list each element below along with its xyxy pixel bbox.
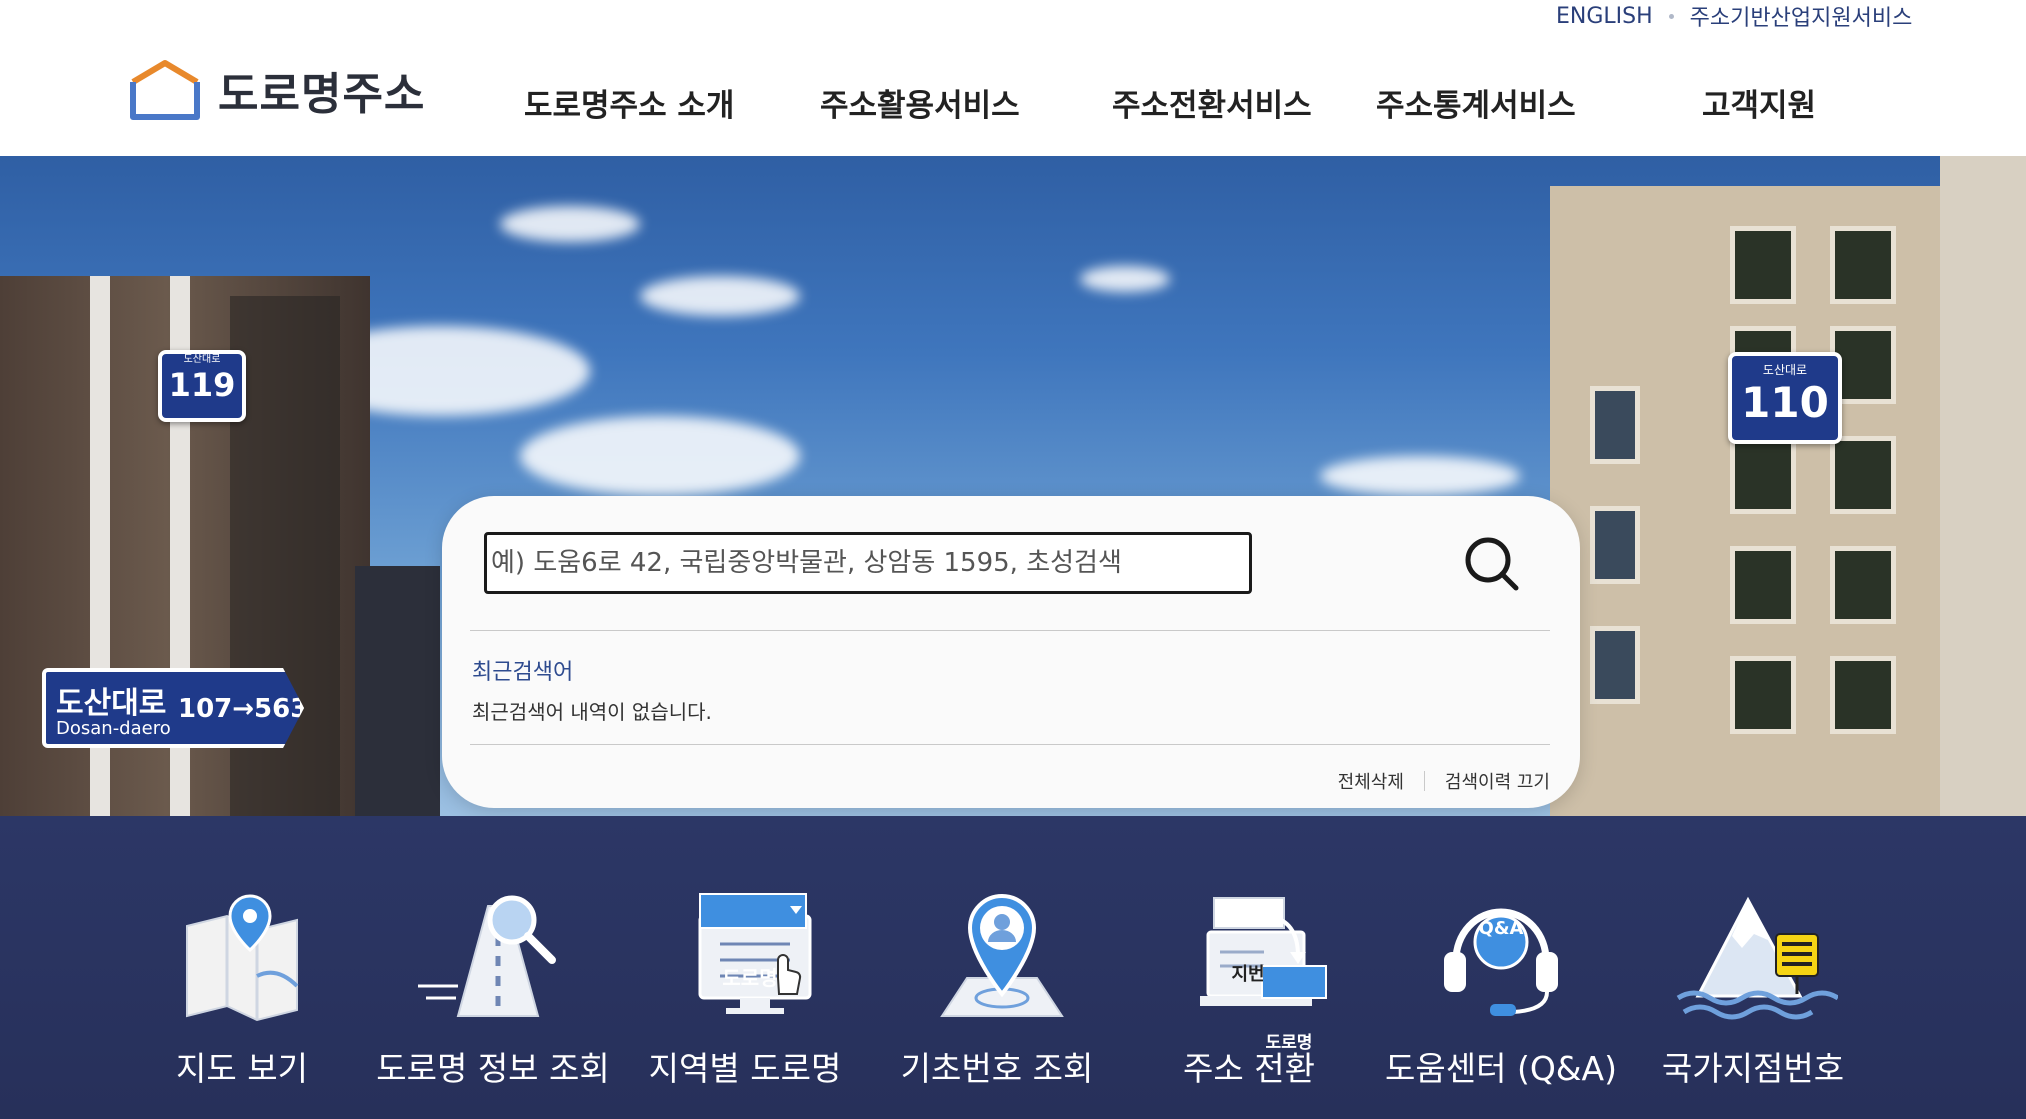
dosan-daero-sign: 도산대로 Dosan-daero 107→563 bbox=[42, 668, 304, 748]
address-search-input[interactable] bbox=[484, 532, 1252, 594]
quick-label: 지도 보기 bbox=[176, 1049, 308, 1088]
nav-road-address-intro[interactable]: 도로명주소 소개 bbox=[524, 80, 734, 125]
delete-all-button[interactable]: 전체삭제 bbox=[1338, 768, 1404, 794]
building-window bbox=[1830, 436, 1896, 514]
quick-base-number-search[interactable]: 기초번호 조회 bbox=[882, 886, 1112, 1106]
quick-menu: 지도 보기 도로명 정보 조회 도로명 지역별 도로명 기초번호 조회 지번 도… bbox=[0, 816, 2026, 1119]
quick-address-convert[interactable]: 지번 도로명 주소 전환 bbox=[1134, 886, 1364, 1106]
quick-national-point-number[interactable]: 국가지점번호 bbox=[1638, 886, 1868, 1106]
divider bbox=[470, 630, 1550, 631]
cloud bbox=[1320, 456, 1520, 496]
cloud bbox=[500, 206, 640, 242]
road-search-icon bbox=[418, 895, 556, 1017]
english-link[interactable]: ENGLISH bbox=[1556, 4, 1653, 29]
divider bbox=[470, 744, 1550, 745]
region-road-icon bbox=[698, 893, 812, 1014]
far-right-building bbox=[1940, 156, 2026, 816]
map-icon bbox=[186, 894, 299, 1022]
cloud bbox=[640, 276, 800, 316]
street-sign-119: 도산대로 119 bbox=[158, 350, 246, 422]
quick-label: 도움센터 (Q&A) bbox=[1385, 1049, 1617, 1088]
quick-label: 국가지점번호 bbox=[1661, 1049, 1845, 1088]
site-header: ENGLISH 주소기반산업지원서비스 도로명주소 도로명주소 소개 주소활용서… bbox=[0, 0, 2026, 156]
building-window bbox=[1730, 226, 1796, 304]
cloud bbox=[1080, 266, 1170, 292]
search-card: 최근검색어 최근검색어 내역이 없습니다. 전체삭제 검색이력 끄기 bbox=[442, 496, 1580, 808]
building-window bbox=[1590, 386, 1640, 464]
nav-address-stats-service[interactable]: 주소통계서비스 bbox=[1376, 80, 1576, 125]
right-building bbox=[1550, 186, 1950, 816]
quick-road-info-search[interactable]: 도로명 정보 조회 bbox=[376, 886, 610, 1106]
sign-road-name: 도산대로 bbox=[183, 354, 221, 365]
turn-off-history-button[interactable]: 검색이력 끄기 bbox=[1445, 768, 1550, 794]
quick-regional-road-name[interactable]: 도로명 지역별 도로명 bbox=[630, 886, 860, 1106]
search-icon[interactable] bbox=[1462, 534, 1522, 594]
building-window bbox=[1730, 656, 1796, 734]
industry-support-link[interactable]: 주소기반산업지원서비스 bbox=[1690, 0, 1913, 32]
base-number-icon bbox=[940, 893, 1064, 1017]
quick-label: 지역별 도로명 bbox=[648, 1049, 842, 1088]
nav-address-convert-service[interactable]: 주소전환서비스 bbox=[1112, 80, 1312, 125]
nav-customer-support[interactable]: 고객지원 bbox=[1702, 80, 1816, 125]
sign-korean-name: 도산대로 bbox=[56, 686, 167, 721]
help-center-icon bbox=[1444, 908, 1558, 1016]
qa-tag: Q&A bbox=[1478, 918, 1524, 939]
sign-road-name: 도산대로 bbox=[1762, 363, 1808, 377]
nav-address-usage-service[interactable]: 주소활용서비스 bbox=[820, 80, 1020, 125]
recent-search-empty-message: 최근검색어 내역이 없습니다. bbox=[472, 700, 712, 724]
road-name-tag: 도로명 bbox=[722, 966, 778, 990]
left-dark-building bbox=[355, 566, 440, 816]
utility-links: ENGLISH 주소기반산업지원서비스 bbox=[1556, 0, 1912, 32]
quick-map-view[interactable]: 지도 보기 bbox=[127, 886, 357, 1106]
separator-dot bbox=[1668, 13, 1674, 19]
main-navigation: 도로명주소 소개 주소활용서비스 주소전환서비스 주소통계서비스 고객지원 bbox=[0, 80, 2026, 130]
building-window bbox=[1830, 656, 1896, 734]
national-point-icon bbox=[1676, 896, 1840, 1020]
sign-english-name: Dosan-daero bbox=[56, 718, 171, 739]
address-convert-icon bbox=[1200, 897, 1327, 1006]
quick-label: 주소 전환 bbox=[1183, 1049, 1315, 1088]
street-sign-110: 도산대로 110 bbox=[1728, 352, 1842, 444]
building-window bbox=[1730, 436, 1796, 514]
quick-label: 도로명 정보 조회 bbox=[376, 1049, 610, 1088]
cloud bbox=[520, 416, 800, 496]
search-history-actions: 전체삭제 검색이력 끄기 bbox=[1338, 768, 1550, 794]
sign-number-range: 107→563 bbox=[178, 694, 309, 724]
building-window bbox=[1590, 626, 1640, 704]
sign-number: 110 bbox=[1741, 378, 1829, 427]
sign-number: 119 bbox=[168, 366, 236, 404]
quick-help-center[interactable]: Q&A 도움센터 (Q&A) bbox=[1385, 886, 1617, 1106]
quick-label: 기초번호 조회 bbox=[900, 1049, 1094, 1088]
jibun-tag: 지번 bbox=[1231, 964, 1265, 985]
separator bbox=[1423, 771, 1425, 791]
building-window bbox=[1830, 226, 1896, 304]
recent-search-title: 최근검색어 bbox=[472, 660, 574, 685]
